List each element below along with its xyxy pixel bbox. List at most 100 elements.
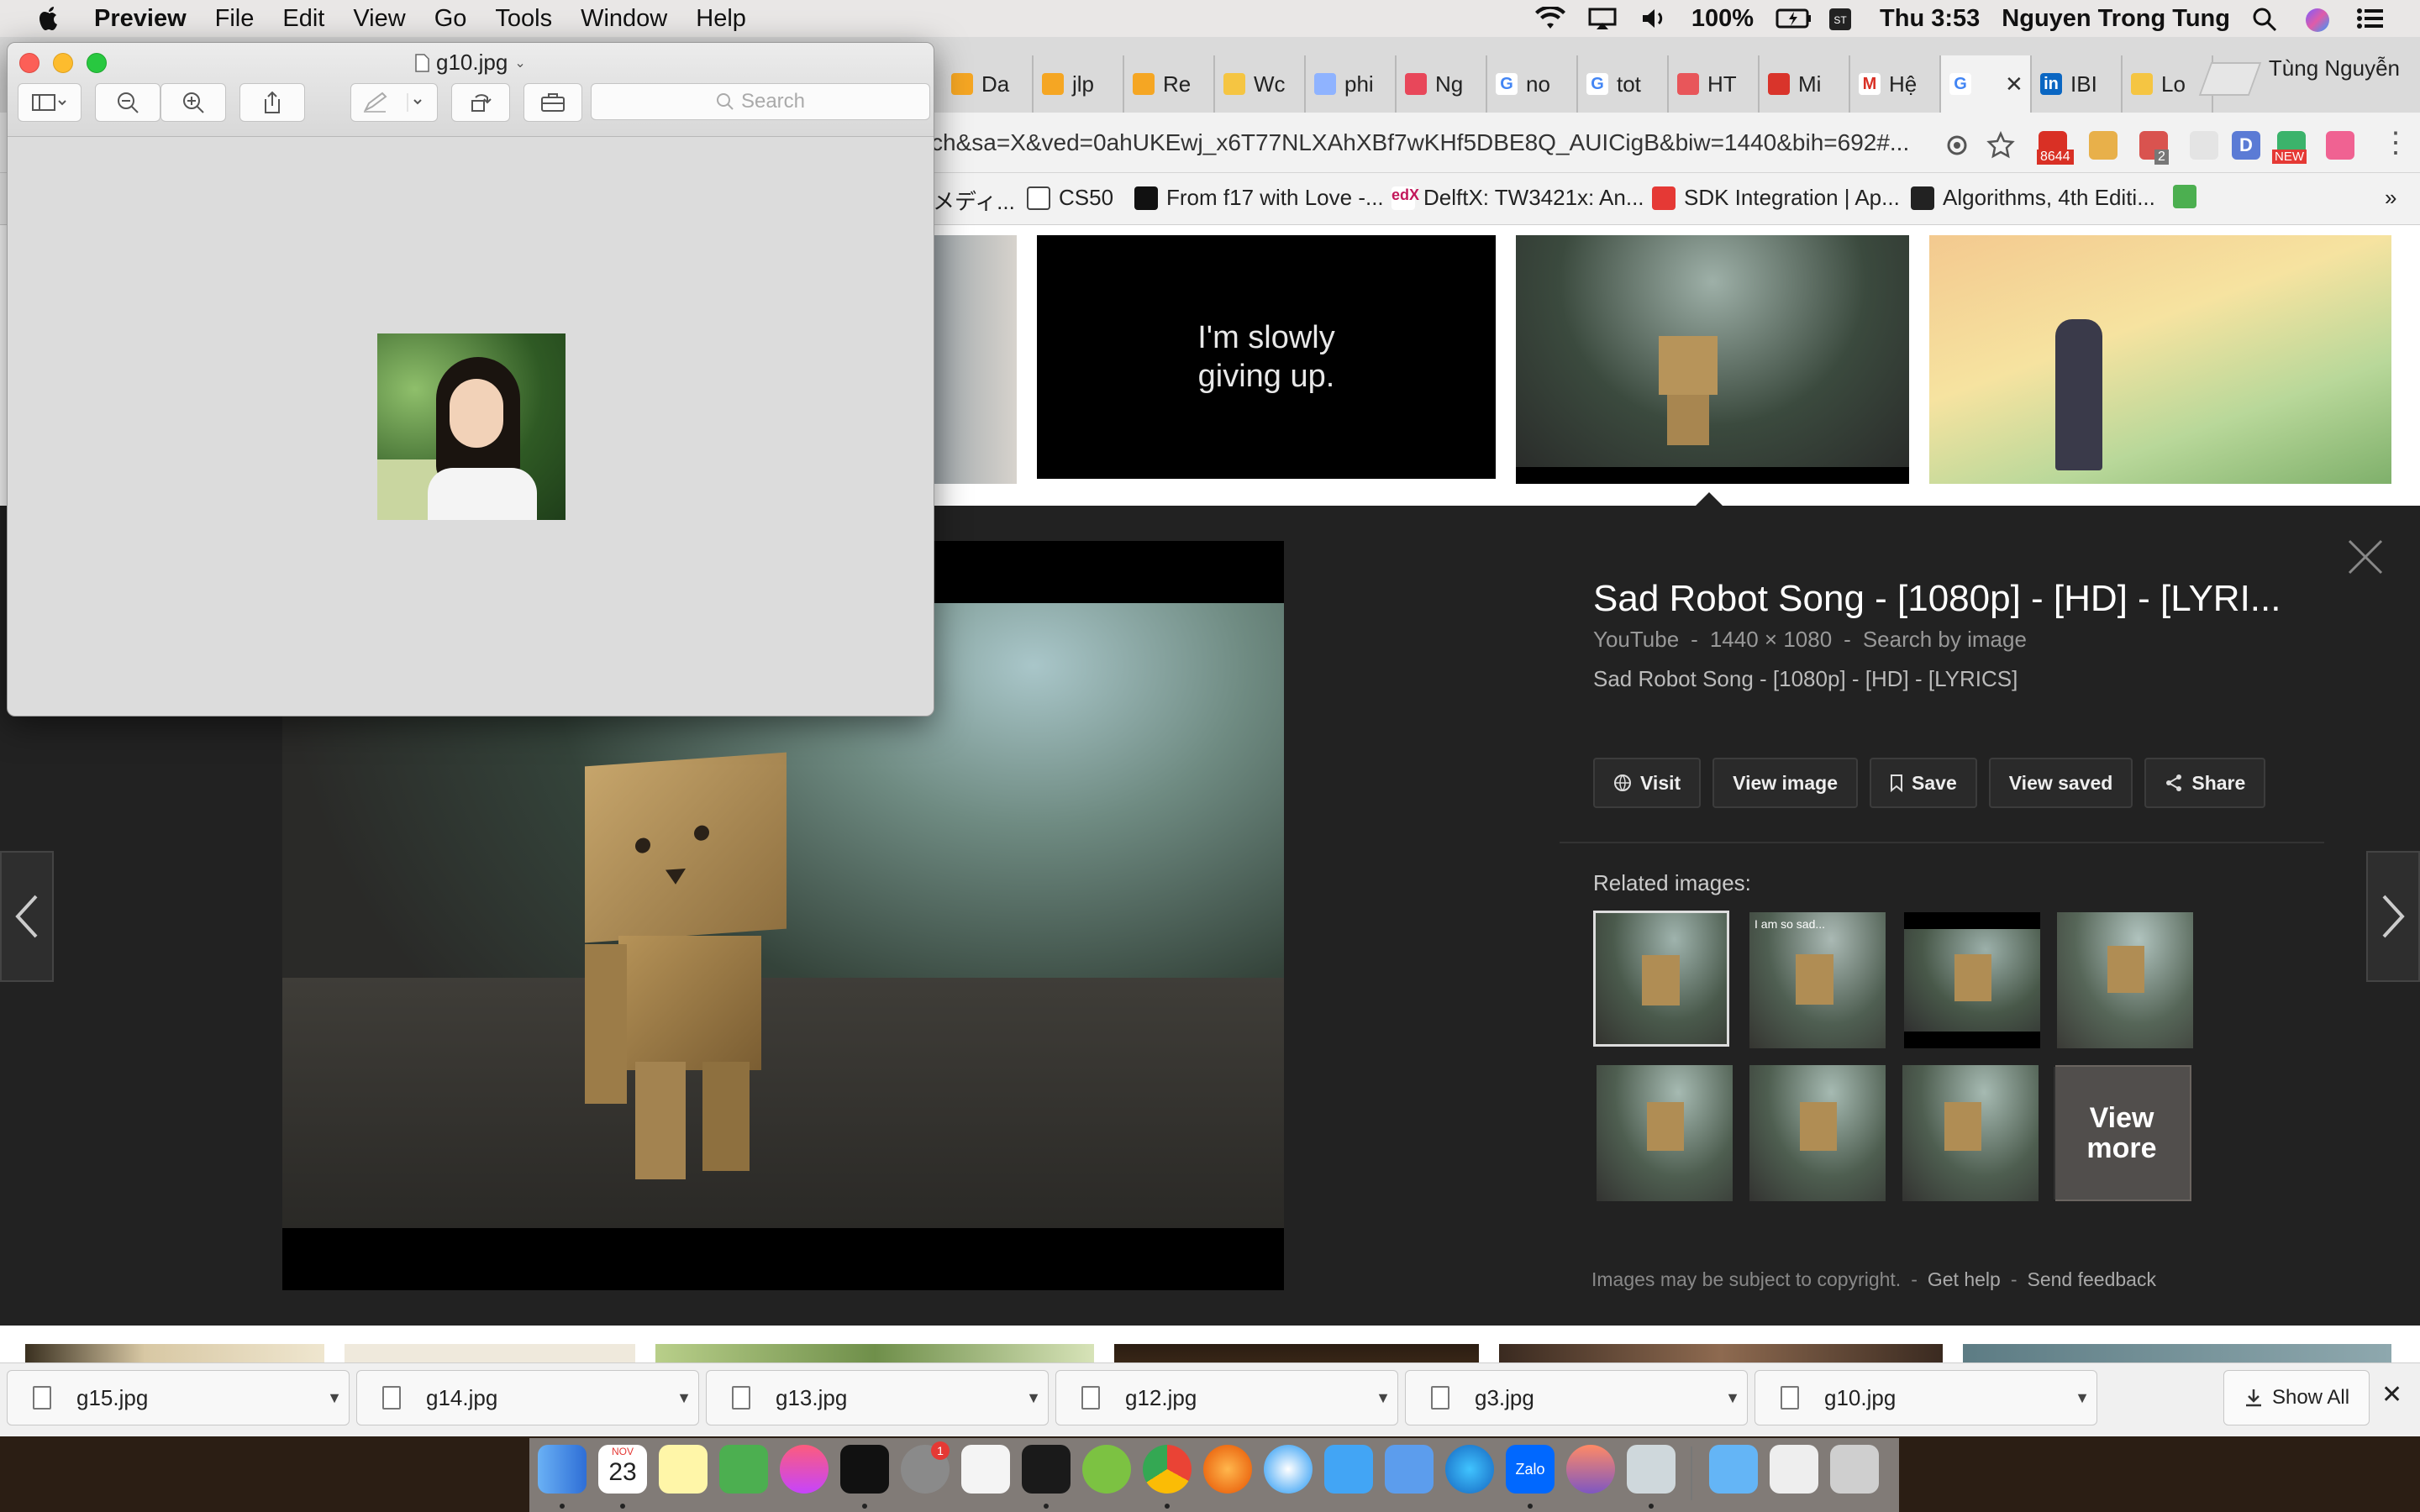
- related-image[interactable]: I am so sad...: [1749, 912, 1886, 1048]
- next-image-button[interactable]: [2366, 851, 2420, 982]
- chrome-menu-icon[interactable]: ⋮: [2381, 126, 2410, 160]
- tab-2[interactable]: jlp: [1034, 55, 1124, 113]
- messenger-icon[interactable]: [1445, 1445, 1494, 1494]
- facetime-icon[interactable]: [719, 1445, 768, 1494]
- bookmark-1[interactable]: メディ...: [933, 185, 1015, 216]
- download-item[interactable]: g12.jpg ▼: [1055, 1370, 1398, 1425]
- extension-icon[interactable]: [2089, 131, 2118, 160]
- finder-icon[interactable]: [538, 1445, 587, 1494]
- zoom-in-button[interactable]: [160, 83, 226, 122]
- tab-8[interactable]: Gtot: [1578, 55, 1669, 113]
- menu-view[interactable]: View: [353, 5, 405, 33]
- related-image[interactable]: [1749, 1065, 1886, 1201]
- caret-down-icon[interactable]: ▼: [1725, 1389, 1740, 1407]
- tab-9[interactable]: HT: [1669, 55, 1760, 113]
- input-source-icon[interactable]: ST: [1828, 7, 1858, 30]
- firefox-icon[interactable]: [1203, 1445, 1252, 1494]
- view-more-button[interactable]: View more: [2054, 1067, 2190, 1200]
- minimize-window-button[interactable]: [53, 53, 73, 73]
- markup-button[interactable]: [350, 83, 438, 122]
- related-image[interactable]: [2057, 912, 2193, 1048]
- tab-4[interactable]: Wc: [1215, 55, 1306, 113]
- bookmark-star-icon[interactable]: [1986, 130, 2015, 160]
- extension-d-icon[interactable]: D: [2232, 131, 2260, 160]
- menu-go[interactable]: Go: [434, 5, 467, 33]
- coccoc-icon[interactable]: [1082, 1445, 1131, 1494]
- menu-window[interactable]: Window: [581, 5, 667, 33]
- download-item[interactable]: g10.jpg ▼: [1754, 1370, 2097, 1425]
- view-saved-button[interactable]: View saved: [1988, 758, 2133, 808]
- result-image[interactable]: [1929, 235, 2391, 484]
- terminal-icon[interactable]: [1022, 1445, 1071, 1494]
- siri-icon[interactable]: [2304, 7, 2334, 32]
- safari-icon[interactable]: [1264, 1445, 1313, 1494]
- itunes-icon[interactable]: [780, 1445, 829, 1494]
- bookmark-6[interactable]: Algorithms, 4th Editi...: [1911, 185, 2155, 211]
- download-item[interactable]: g3.jpg ▼: [1405, 1370, 1748, 1425]
- result-image-selected[interactable]: [1516, 235, 1909, 484]
- tab-10[interactable]: Mi: [1760, 55, 1850, 113]
- caret-down-icon[interactable]: ▼: [1026, 1389, 1041, 1407]
- download-item[interactable]: g13.jpg ▼: [706, 1370, 1049, 1425]
- bookmark-3[interactable]: From f17 with Love -...: [1134, 185, 1384, 211]
- menu-edit[interactable]: Edit: [282, 5, 324, 33]
- zoom-window-button[interactable]: [87, 53, 107, 73]
- related-image-selected[interactable]: [1593, 911, 1729, 1047]
- profile-button[interactable]: Tùng Nguyễn: [2269, 55, 2400, 81]
- save-button[interactable]: Save: [1870, 758, 1977, 808]
- visit-button[interactable]: Visit: [1593, 758, 1702, 808]
- airplay-icon[interactable]: [1587, 7, 1618, 30]
- apple-menu-icon[interactable]: [34, 3, 64, 34]
- tab-active[interactable]: G ✕: [1941, 55, 2032, 113]
- result-image[interactable]: I'm slowly giving up.: [1037, 235, 1496, 479]
- calendar-icon[interactable]: NOV 23: [598, 1445, 647, 1494]
- activity-monitor-icon[interactable]: [840, 1445, 889, 1494]
- tab-6[interactable]: Ng: [1397, 55, 1487, 113]
- document-title[interactable]: g10.jpg ⌄: [414, 50, 526, 76]
- share-button[interactable]: [239, 83, 305, 122]
- show-all-button[interactable]: Show All: [2223, 1370, 2370, 1425]
- trash-icon[interactable]: [1830, 1445, 1879, 1494]
- app-icon[interactable]: [1385, 1445, 1434, 1494]
- notification-center-icon[interactable]: [2356, 7, 2386, 30]
- address-bar[interactable]: ch&sa=X&ved=0ahUKEwj_x6T77NLXAhXBf7wKHf5…: [931, 123, 1923, 163]
- previous-image-button[interactable]: [0, 851, 54, 982]
- related-image[interactable]: [1902, 1065, 2039, 1201]
- related-image[interactable]: [1597, 1065, 1733, 1201]
- related-image[interactable]: [1904, 912, 2040, 1048]
- toolbox-button[interactable]: [523, 83, 582, 122]
- tab-close-icon[interactable]: ✕: [2005, 71, 2023, 97]
- xcode-icon[interactable]: [1324, 1445, 1373, 1494]
- tab-5[interactable]: phi: [1306, 55, 1397, 113]
- chrome-icon[interactable]: [1143, 1445, 1192, 1494]
- result-image[interactable]: [924, 235, 1017, 484]
- close-window-button[interactable]: [19, 53, 39, 73]
- bookmark-cs50[interactable]: CS50: [1027, 185, 1113, 211]
- search-by-image-link[interactable]: Search by image: [1863, 627, 2027, 653]
- wifi-icon[interactable]: [1534, 5, 1565, 30]
- download-item[interactable]: g15.jpg ▼: [7, 1370, 350, 1425]
- rotate-button[interactable]: [451, 83, 510, 122]
- tab-7[interactable]: Gno: [1487, 55, 1578, 113]
- new-tab-button[interactable]: [2198, 62, 2262, 96]
- extension-icon[interactable]: [2326, 131, 2354, 160]
- clock[interactable]: Thu 3:53: [1880, 5, 1980, 33]
- bookmark-4[interactable]: edX DelftX: TW3421x: An...: [1392, 185, 1644, 211]
- download-item[interactable]: g14.jpg ▼: [356, 1370, 699, 1425]
- folder-icon[interactable]: [1709, 1445, 1758, 1494]
- archive-icon[interactable]: [1770, 1445, 1818, 1494]
- view-image-button[interactable]: View image: [1712, 758, 1859, 808]
- caret-down-icon[interactable]: ▼: [327, 1389, 342, 1407]
- volume-icon[interactable]: [1639, 7, 1670, 30]
- menu-tools[interactable]: Tools: [495, 5, 552, 33]
- extension-icon[interactable]: [2190, 131, 2218, 160]
- tab-1[interactable]: Da: [943, 55, 1034, 113]
- tab-11[interactable]: M Hệ: [1850, 55, 1941, 113]
- menu-file[interactable]: File: [215, 5, 255, 33]
- user-name[interactable]: Nguyen Trong Tung: [2002, 5, 2230, 33]
- zalo-icon[interactable]: Zalo: [1506, 1445, 1555, 1494]
- previewed-photo[interactable]: [377, 333, 566, 520]
- zoom-out-button[interactable]: [95, 83, 160, 122]
- caret-down-icon[interactable]: ▼: [1376, 1389, 1391, 1407]
- bookmarks-overflow[interactable]: »: [2385, 185, 2396, 211]
